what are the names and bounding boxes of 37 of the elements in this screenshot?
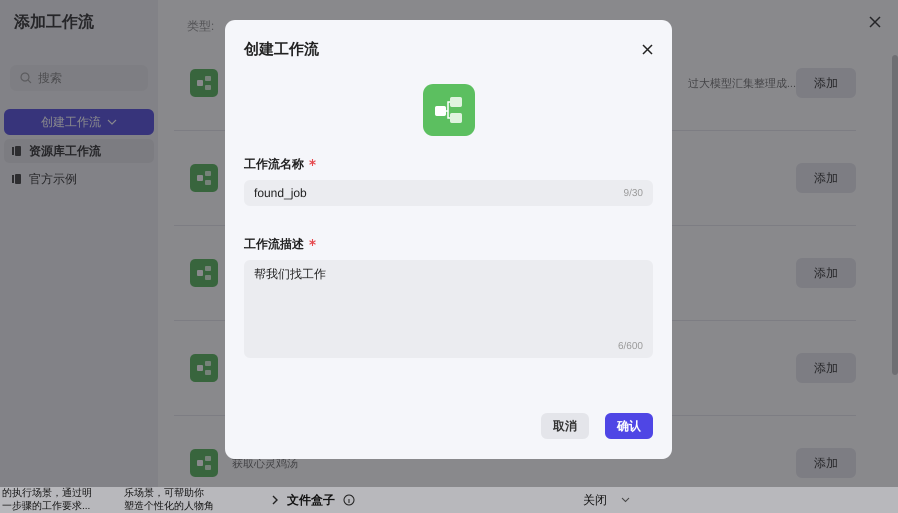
description-field[interactable]: 帮我们找工作 6/600: [244, 260, 653, 358]
drawer-title: 添加工作流: [14, 12, 95, 33]
book-icon: [12, 146, 21, 156]
chevron-icon[interactable]: [272, 495, 279, 505]
workflow-icon: [190, 354, 218, 382]
workflow-icon: [190, 164, 218, 192]
field-label: 工作流名称: [244, 157, 304, 171]
workflow-icon: [190, 69, 218, 97]
create-workflow-button[interactable]: 创建工作流: [4, 109, 154, 135]
select-field[interactable]: 关闭: [583, 492, 630, 508]
workflow-icon: [190, 449, 218, 477]
book-icon: [12, 174, 21, 184]
search-icon: [20, 72, 32, 84]
add-button[interactable]: 添加: [796, 353, 856, 383]
description-text: 塑造个性化的人物角: [124, 500, 215, 513]
dialog-title: 创建工作流: [244, 40, 319, 58]
add-button[interactable]: 添加: [796, 68, 856, 98]
close-icon[interactable]: [642, 44, 653, 54]
description-text: 一步骤的工作要求...: [2, 500, 92, 513]
workflow-icon: [190, 259, 218, 287]
field-label: 工作流描述: [244, 237, 304, 251]
name-field[interactable]: found_job 9/30: [244, 180, 653, 206]
info-icon: [343, 494, 355, 506]
section-title: 文件盒子: [287, 492, 335, 508]
workflow-description: 过大模型汇集整理成...: [688, 78, 796, 90]
sidebar-item[interactable]: 资源库工作流: [4, 139, 154, 163]
confirm-button[interactable]: 确认: [605, 413, 653, 439]
workflow-icon: [422, 84, 474, 136]
add-button[interactable]: 添加: [796, 163, 856, 193]
description-text: 的执行场景，通过明: [2, 487, 93, 500]
add-button[interactable]: 添加: [796, 258, 856, 288]
cancel-button[interactable]: 取消: [541, 413, 589, 439]
caret-icon: [621, 497, 630, 503]
caret-icon: [106, 119, 117, 125]
add-button[interactable]: 添加: [796, 448, 856, 478]
sidebar-item[interactable]: 官方示例: [4, 167, 154, 191]
description-text: 乐场景，可帮助你: [124, 487, 205, 500]
